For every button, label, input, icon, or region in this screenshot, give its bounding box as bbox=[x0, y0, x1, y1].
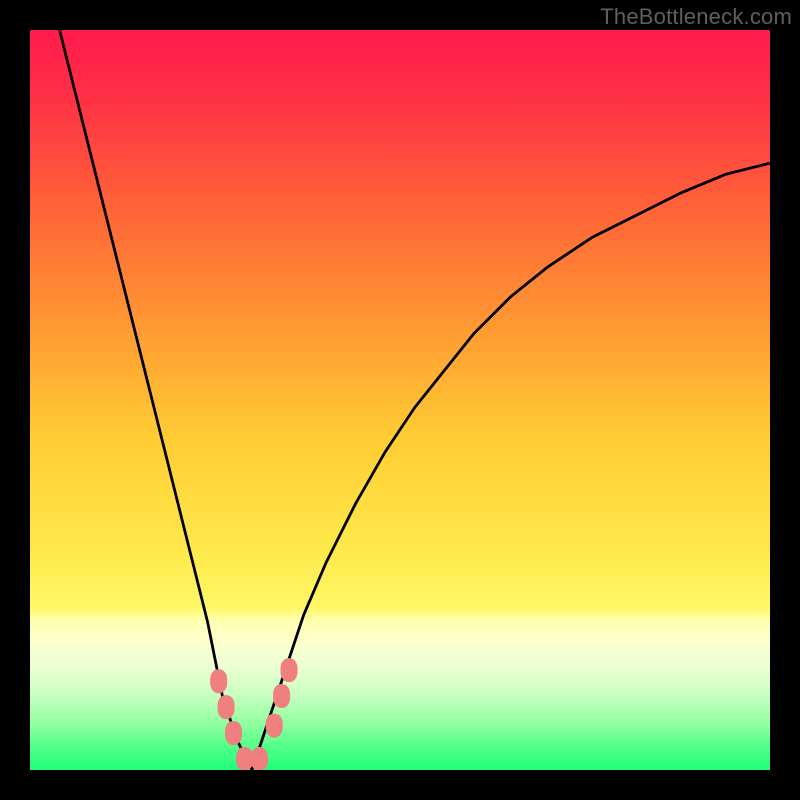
marker-point bbox=[251, 747, 268, 770]
watermark-text: TheBottleneck.com bbox=[600, 4, 792, 30]
marker-point bbox=[218, 695, 235, 719]
marker-point bbox=[210, 669, 227, 693]
marker-point bbox=[266, 714, 283, 738]
gradient-background bbox=[30, 30, 770, 770]
marker-point bbox=[281, 658, 298, 682]
chart-frame: TheBottleneck.com bbox=[0, 0, 800, 800]
marker-point bbox=[236, 747, 253, 770]
marker-point bbox=[225, 721, 242, 745]
bottleneck-chart bbox=[30, 30, 770, 770]
marker-point bbox=[273, 684, 290, 708]
plot-area bbox=[30, 30, 770, 770]
